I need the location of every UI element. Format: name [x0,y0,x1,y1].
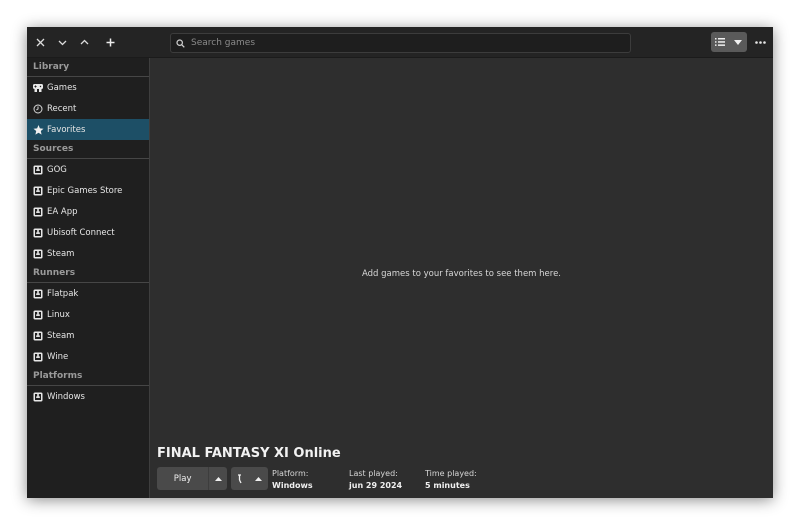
empty-state-message: Add games to your favorites to see them … [361,269,562,279]
platform-stat: Platform: Windows [272,468,313,492]
main-content: Add games to your favorites to see them … [150,58,773,498]
sidebar-item-favorites[interactable]: Favorites [27,119,149,140]
sidebar-item-flatpak[interactable]: Flatpak [27,283,149,304]
add-game-button[interactable] [99,31,121,53]
sidebar-item-label: Wine [47,351,69,362]
sidebar-item-epic-games-store[interactable]: Epic Games Store [27,180,149,201]
sidebar-item-label: EA App [47,206,78,217]
sidebar-section-title: Library [27,58,149,77]
sidebar-item-steam[interactable]: Steam [27,325,149,346]
sidebar-item-label: Favorites [47,124,86,135]
close-icon[interactable] [29,31,51,53]
source-icon [33,249,47,259]
sidebar-item-label: Steam [47,330,75,341]
tool-arrow-icon[interactable] [249,467,267,490]
sidebar-item-wine[interactable]: Wine [27,346,149,367]
platform-value: Windows [272,481,313,490]
runner-icon [33,310,47,320]
sidebar: Library Games Recent Favorites Sources GOG Epi… [27,58,150,498]
gamepad-icon [33,83,47,92]
search-bar[interactable] [170,33,631,53]
platform-icon [33,392,47,402]
header-bar [27,27,773,58]
plus-icon [106,38,114,46]
tool-menu-button[interactable] [231,467,268,490]
star-icon [33,124,47,135]
sidebar-item-label: Ubisoft Connect [47,227,115,238]
last-played-stat: Last played: jun 29 2024 [349,468,402,492]
source-icon [33,228,47,238]
sidebar-item-ea-app[interactable]: EA App [27,201,149,222]
time-played-stat: Time played: 5 minutes [425,468,477,492]
view-toggle[interactable] [711,32,747,52]
last-played-label: Last played: [349,469,398,478]
play-button[interactable]: Play [157,467,227,490]
sidebar-item-linux[interactable]: Linux [27,304,149,325]
tool-icon[interactable] [231,467,249,490]
runner-icon [33,289,47,299]
search-input[interactable] [189,37,630,49]
source-icon [33,165,47,175]
sidebar-item-label: Games [47,82,77,93]
sidebar-item-gog[interactable]: GOG [27,159,149,180]
sidebar-item-label: GOG [47,164,67,175]
chevron-down-icon[interactable] [51,31,73,53]
play-options-arrow-icon[interactable] [209,467,227,490]
search-icon [171,38,189,48]
sidebar-item-label: Windows [47,391,85,402]
runner-icon [33,352,47,362]
runner-icon [33,331,47,341]
sidebar-section-title: Sources [27,140,149,159]
sidebar-item-steam[interactable]: Steam [27,243,149,264]
play-label[interactable]: Play [157,467,210,490]
sidebar-item-label: Epic Games Store [47,185,123,196]
time-played-label: Time played: [425,469,477,478]
game-title: FINAL FANTASY XI Online [157,446,341,461]
sidebar-item-label: Recent [47,103,77,114]
sidebar-section-title: Platforms [27,367,149,386]
sidebar-item-label: Steam [47,248,75,259]
platform-label: Platform: [272,469,309,478]
sidebar-item-label: Linux [47,309,70,320]
sidebar-item-label: Flatpak [47,288,79,299]
dropdown-arrow-icon[interactable] [729,32,747,52]
sidebar-section-title: Runners [27,264,149,283]
source-icon [33,186,47,196]
last-played-value: jun 29 2024 [349,481,403,490]
source-icon [33,207,47,217]
chevron-up-icon[interactable] [73,31,95,53]
more-options-icon[interactable] [751,32,769,52]
sidebar-item-games[interactable]: Games [27,77,149,98]
sidebar-item-windows[interactable]: Windows [27,386,149,407]
list-view-icon[interactable] [711,32,729,52]
sidebar-item-ubisoft-connect[interactable]: Ubisoft Connect [27,222,149,243]
app-window: Library Games Recent Favorites Sources GOG Epi… [27,27,773,498]
sidebar-item-recent[interactable]: Recent [27,98,149,119]
time-played-value: 5 minutes [425,481,470,490]
clock-icon [33,104,47,114]
